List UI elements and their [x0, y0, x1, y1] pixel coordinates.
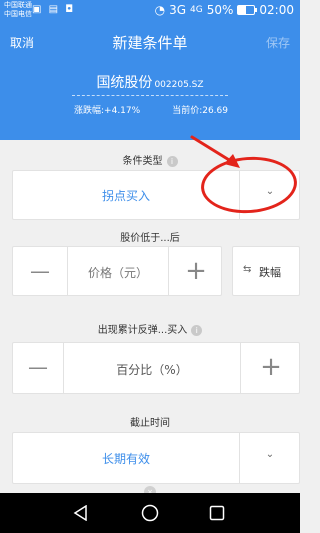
deadline-value: 长期有效 [101, 452, 150, 466]
home-circle-icon[interactable] [141, 504, 159, 522]
price-trigger-label-row: 股价低于...后 [0, 229, 300, 244]
change-label: 涨跌幅: [74, 106, 105, 116]
info-icon[interactable]: i [191, 324, 203, 336]
deadline-label: 截止时间 [130, 418, 170, 429]
stock-divider [72, 95, 228, 96]
stock-title: 国统股份 002205.SZ [0, 72, 300, 92]
carrier-2: 中国电信 [4, 10, 32, 18]
info-icon[interactable]: i [166, 155, 178, 167]
rebound-stepper: — 百分比（%） + [12, 342, 300, 394]
signal-4g: 4G [190, 5, 203, 15]
change-value: +4.17% [104, 106, 141, 116]
system-nav-bar [0, 493, 300, 533]
change-info: 涨跌幅:+4.17% [74, 103, 140, 116]
status-bar: 中国联通 中国电信 ▣ ▤ ◘ ◔ 3G 4G 50% 02:00 [0, 0, 300, 22]
signal-3g: 3G [169, 3, 187, 17]
battery-percent: 50% [206, 3, 234, 17]
save-button[interactable]: 保存 [266, 34, 290, 51]
stock-name: 国统股份 [96, 75, 153, 91]
recents-square-icon[interactable] [209, 505, 225, 521]
percent-input[interactable]: 百分比（%） [64, 361, 240, 378]
wifi-icon: ◔ [154, 3, 166, 17]
deadline-select[interactable]: 长期有效 ⌄ [12, 432, 300, 484]
header-bar: 中国联通 中国电信 ▣ ▤ ◘ ◔ 3G 4G 50% 02:00 取消 新建条… [0, 0, 300, 140]
battery-icon [237, 5, 258, 15]
swap-icon: ⇆ [243, 264, 252, 275]
page-title: 新建条件单 [112, 34, 188, 52]
decrease-price-button[interactable]: — [13, 247, 67, 295]
rebound-label-row: 出现累计反弹...买入 i [0, 321, 300, 336]
decline-toggle-label: 跌幅 [259, 266, 281, 279]
price-input[interactable]: 价格（元） [68, 264, 168, 281]
price-trigger-label: 股价低于...后 [120, 233, 180, 244]
carrier-info: 中国联通 中国电信 [4, 1, 32, 19]
notification-icons: ▣ ▤ ◘ [32, 4, 76, 15]
stock-code: 002205.SZ [154, 80, 204, 90]
price-value: 26.69 [202, 106, 228, 116]
increase-percent-button[interactable]: + [241, 343, 301, 391]
back-triangle-icon[interactable] [73, 505, 89, 521]
decrease-percent-button[interactable]: — [13, 343, 63, 391]
battery-fill [238, 6, 247, 14]
price-info: 当前价:26.69 [172, 103, 228, 116]
carrier-1: 中国联通 [4, 1, 32, 9]
condition-type-label: 条件类型 [122, 156, 163, 167]
chevron-down-icon[interactable]: ⌄ [240, 449, 300, 460]
price-label: 当前价: [172, 106, 203, 116]
rebound-label: 出现累计反弹...买入 [97, 325, 188, 336]
deadline-label-row: 截止时间 [0, 414, 300, 429]
status-right: ◔ 3G 4G 50% 02:00 [155, 3, 294, 17]
increase-price-button[interactable]: + [169, 247, 223, 295]
price-stepper: — 价格（元） + [12, 246, 222, 296]
decline-toggle-button[interactable]: ⇆ 跌幅 [232, 246, 300, 296]
clock: 02:00 [259, 3, 294, 17]
